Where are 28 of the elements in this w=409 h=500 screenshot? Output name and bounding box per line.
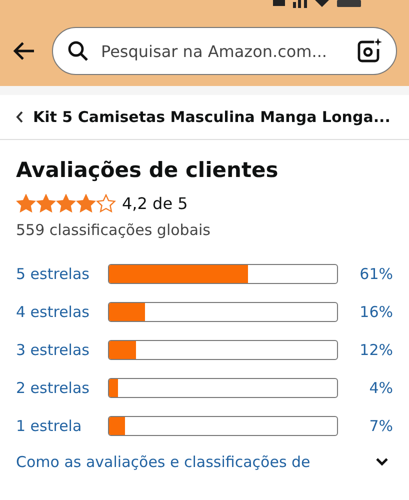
search-field[interactable]: Pesquisar na Amazon.com... [99, 40, 346, 62]
star-filter-link[interactable]: 1 estrela [16, 417, 108, 435]
star-icon [36, 194, 56, 213]
star-icon [76, 194, 96, 213]
percent-link[interactable]: 7% [338, 417, 393, 435]
star-filter-link[interactable]: 2 estrelas [16, 379, 108, 397]
reviews-heading: Avaliações de clientes [16, 157, 280, 184]
camera-icon[interactable] [356, 38, 382, 64]
percent-link[interactable]: 4% [338, 379, 393, 397]
star-filter-link[interactable]: 3 estrelas [16, 341, 108, 359]
percent-link[interactable]: 12% [338, 341, 393, 359]
rating-text: 4,2 de 5 [122, 194, 188, 213]
search-icon [67, 40, 89, 62]
percent-link[interactable]: 61% [338, 265, 393, 283]
battery-icon [337, 0, 361, 7]
star-filter-link[interactable]: 4 estrelas [16, 303, 108, 321]
back-arrow-icon[interactable] [12, 41, 36, 61]
search-bar[interactable]: Pesquisar na Amazon.com... [52, 27, 397, 75]
product-title-link[interactable]: Kit 5 Camisetas Masculina Manga Longa... [33, 108, 390, 126]
star-filter-link[interactable]: 5 estrelas [16, 265, 108, 283]
ratings-count: 559 classificações globais [16, 221, 212, 239]
chevron-left-icon [16, 111, 24, 123]
rating-explainer-toggle[interactable]: Como as avaliações e classificações de [16, 453, 393, 471]
percent-link[interactable]: 16% [338, 303, 393, 321]
star-icon [96, 194, 116, 213]
star-icon [16, 194, 36, 213]
signal-icon [293, 0, 307, 8]
star-icon [56, 194, 76, 213]
